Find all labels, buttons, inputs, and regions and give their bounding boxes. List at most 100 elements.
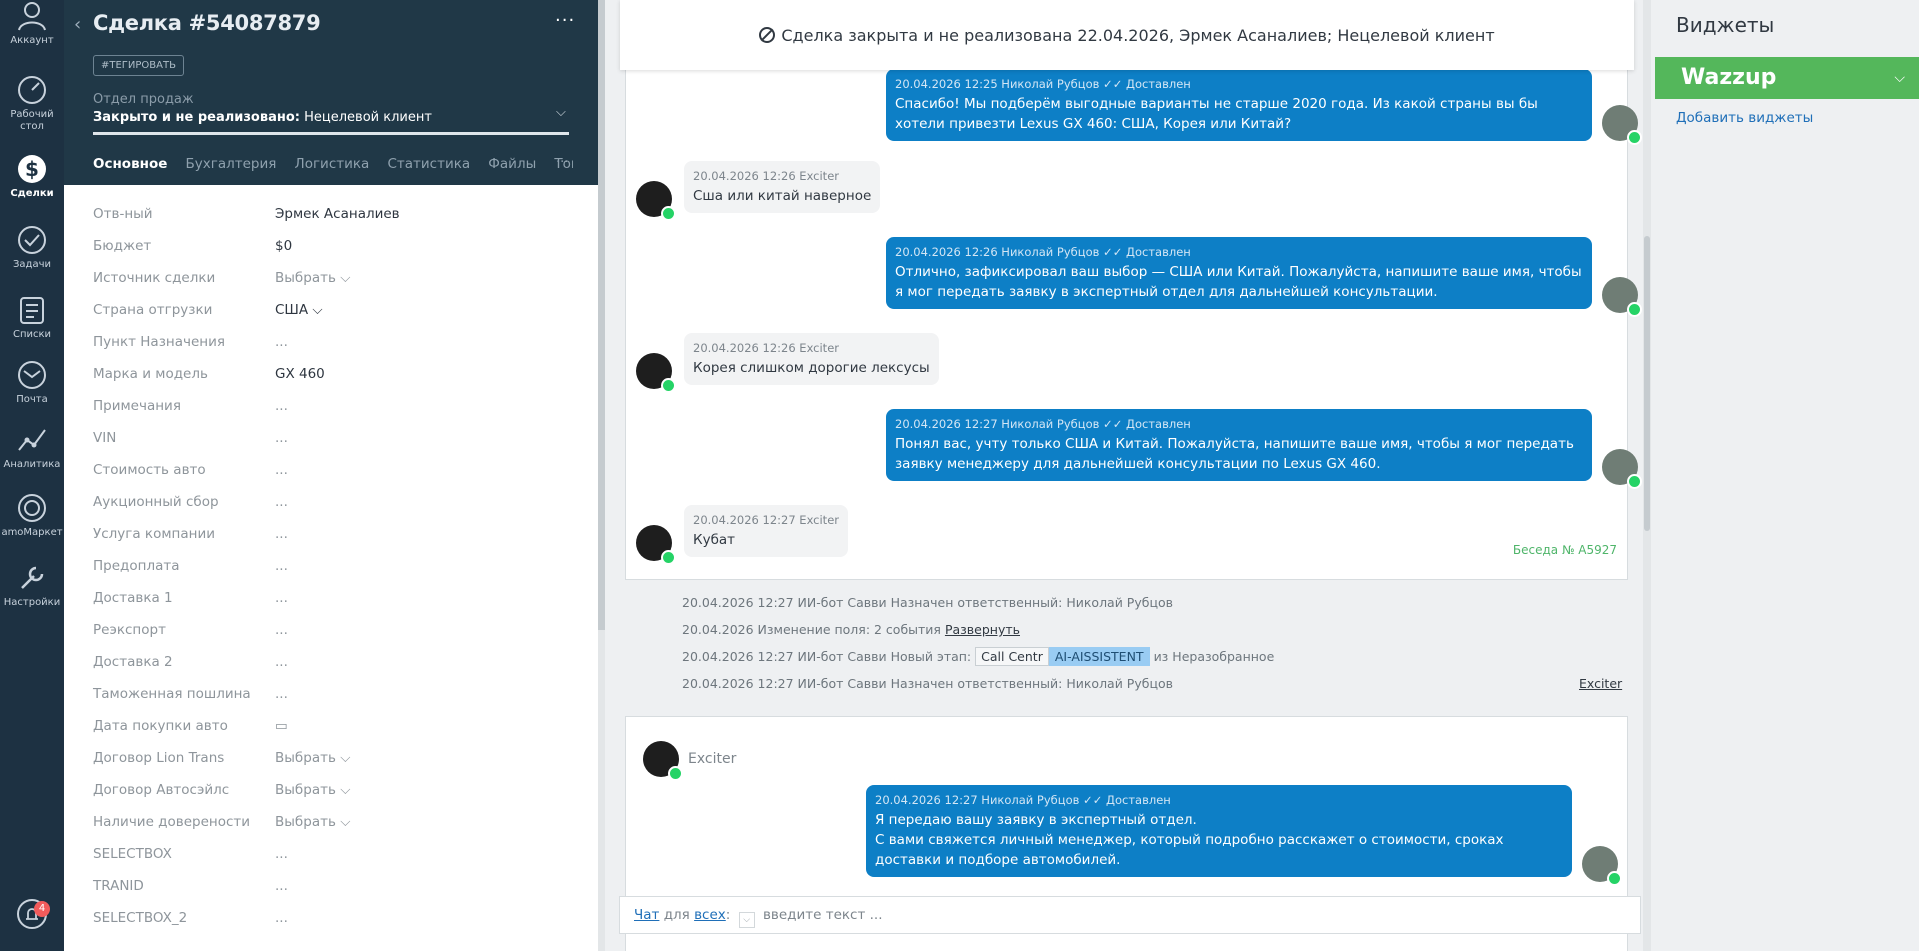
message-text: Понял вас, учту только США и Китай. Пожа… <box>895 436 1574 472</box>
scrollbar-thumb[interactable] <box>598 0 605 630</box>
tab-files[interactable]: Файлы <box>488 156 536 172</box>
scrollbar-thumb[interactable] <box>1644 236 1650 531</box>
contact-link[interactable]: Exciter <box>1579 676 1622 691</box>
widgets-title: Виджеты <box>1676 13 1775 37</box>
field-label: Доставка 1 <box>93 590 173 606</box>
chevron-down-icon[interactable]: ⌵ <box>738 912 755 928</box>
message-outgoing[interactable]: 20.04.2026 12:27 Николай Рубцов ✓✓ Доста… <box>886 409 1592 481</box>
nav-item-analytics[interactable]: Аналитика <box>0 424 64 471</box>
message-outgoing[interactable]: 20.04.2026 12:26 Николай Рубцов ✓✓ Доста… <box>886 237 1592 309</box>
field-value[interactable]: ... <box>275 558 288 574</box>
feed-scrollbar[interactable] <box>1643 0 1651 951</box>
field-value[interactable]: ... <box>275 526 288 542</box>
deal-fields: Отв-ный Эрмек Асаналиев Бюджет $0 Источник… <box>64 185 598 951</box>
field-value[interactable]: ... <box>275 430 288 446</box>
field-value[interactable]: ... <box>275 910 288 926</box>
field-value[interactable]: $0 <box>275 238 292 254</box>
nav-item-lists[interactable]: Списки <box>0 294 64 341</box>
nav-item-mail[interactable]: Почта <box>0 359 64 406</box>
field-value[interactable]: Выбрать ⌵ <box>275 750 350 766</box>
nav-item-deals[interactable]: $ Сделки <box>0 153 64 200</box>
notice-text: Сделка закрыта и не реализована 22.04.20… <box>781 26 1495 45</box>
field-row: Пункт Назначения... <box>93 334 573 366</box>
field-value[interactable]: ... <box>275 334 288 350</box>
message-incoming[interactable]: 20.04.2026 12:26 Exciter Сша или китай н… <box>684 161 881 213</box>
nav-item-market[interactable]: amoМаркет <box>0 492 64 539</box>
deal-status[interactable]: Закрыто и не реализовано: Нецелевой клие… <box>93 110 432 125</box>
message-outgoing[interactable]: 20.04.2026 12:25 Николай Рубцов ✓✓ Доста… <box>886 69 1592 141</box>
nav-item-account[interactable]: Аккаунт <box>0 0 64 47</box>
nav-item-tasks[interactable]: Задачи <box>0 224 64 271</box>
message-composer[interactable]: Чат для всех: ⌵ введите текст ... <box>619 896 1641 934</box>
conversation-block: 20.04.2026 12:25 Николай Рубцов ✓✓ Доста… <box>625 40 1642 580</box>
field-row: Бюджет $0 <box>93 238 573 270</box>
conversation-number[interactable]: Беседа № A5927 <box>1513 543 1617 557</box>
tabs-more-icon[interactable]: ··· <box>556 155 568 170</box>
field-row: Марка и модель GX 460 <box>93 366 573 398</box>
fields-scrollbar[interactable] <box>598 0 605 951</box>
wazzup-widget[interactable]: Wazzup ⌵ <box>1655 57 1919 99</box>
field-value[interactable]: ... <box>275 686 288 702</box>
nav-item-notifications[interactable]: 4 <box>0 898 64 933</box>
nav-item-dashboard[interactable]: Рабочий стол <box>0 74 64 133</box>
field-value[interactable]: Эрмек Асаналиев <box>275 206 400 222</box>
tab-statistics[interactable]: Статистика <box>387 156 470 172</box>
field-value[interactable]: Выбрать ⌵ <box>275 782 350 798</box>
nav-label: Настройки <box>3 597 61 608</box>
whatsapp-icon <box>668 766 683 781</box>
contact-name[interactable]: Exciter <box>688 751 736 767</box>
field-value[interactable]: США ⌵ <box>275 302 323 318</box>
contact-avatar <box>636 181 676 221</box>
bot-avatar <box>1602 277 1642 317</box>
tag-button[interactable]: #ТЕГИРОВАТЬ <box>93 55 184 76</box>
field-row: TRANID... <box>93 878 573 910</box>
field-value[interactable]: GX 460 <box>275 366 325 382</box>
tab-accounting[interactable]: Бухгалтерия <box>186 156 277 172</box>
field-label: Договор Lion Trans <box>93 750 225 766</box>
nav-item-settings[interactable]: Настройки <box>0 562 64 609</box>
tasks-icon <box>18 226 46 254</box>
back-chevron-icon[interactable]: ‹ <box>74 14 81 35</box>
recipients-link[interactable]: всех <box>694 907 726 923</box>
chat-link[interactable]: Чат <box>634 907 659 923</box>
more-menu-icon[interactable]: ··· <box>555 10 575 31</box>
message-text: Отлично, зафиксировал ваш выбор — США ил… <box>895 264 1582 300</box>
chevron-down-icon[interactable]: ⌵ <box>1894 57 1905 99</box>
add-widgets-link[interactable]: Добавить виджеты <box>1676 110 1813 126</box>
field-value[interactable]: Выбрать ⌵ <box>275 814 350 830</box>
field-value[interactable]: ... <box>275 622 288 638</box>
deal-tabs: Основное Бухгалтерия Логистика Статистик… <box>93 156 573 178</box>
field-value[interactable]: ... <box>275 654 288 670</box>
chevron-down-icon[interactable]: ⌵ <box>556 105 566 120</box>
event-text: 20.04.2026 12:27 ИИ-бот Савви Новый этап… <box>682 649 972 664</box>
expand-link[interactable]: Развернуть <box>945 622 1020 637</box>
stage-from: Call Centr <box>975 647 1049 666</box>
message-text: Корея слишком дорогие лексусы <box>693 360 930 376</box>
field-value[interactable]: Выбрать ⌵ <box>275 270 350 286</box>
field-value[interactable]: ... <box>275 462 288 478</box>
message-meta: 20.04.2026 12:26 Exciter <box>693 169 839 183</box>
deals-icon: $ <box>18 155 46 183</box>
field-row: Договор Автосэйлс Выбрать ⌵ <box>93 782 573 814</box>
composer-placeholder[interactable]: введите текст ... <box>763 907 883 923</box>
market-icon <box>18 494 46 522</box>
field-row: Доставка 2... <box>93 654 573 686</box>
message-outgoing[interactable]: 20.04.2026 12:27 Николай Рубцов ✓✓ Доста… <box>866 785 1572 877</box>
bot-avatar <box>1582 846 1622 886</box>
tab-logistics[interactable]: Логистика <box>295 156 370 172</box>
dashboard-icon <box>18 76 46 104</box>
message-meta: 20.04.2026 12:26 Exciter <box>693 341 839 355</box>
message-incoming[interactable]: 20.04.2026 12:27 Exciter Кубат <box>684 505 848 557</box>
field-value[interactable]: ... <box>275 878 288 894</box>
event-row: 20.04.2026 Изменение поля: 2 события Раз… <box>682 622 1020 637</box>
field-value[interactable]: ... <box>275 398 288 414</box>
message-incoming[interactable]: 20.04.2026 12:26 Exciter Корея слишком д… <box>684 333 939 385</box>
field-value[interactable]: ... <box>275 590 288 606</box>
field-value[interactable]: ... <box>275 494 288 510</box>
tab-main[interactable]: Основное <box>93 156 167 178</box>
calendar-icon[interactable]: ▭ <box>275 718 288 734</box>
field-value[interactable]: ... <box>275 846 288 862</box>
nav-label: Аналитика <box>3 459 61 470</box>
status-prefix: Закрыто и не реализовано: <box>93 110 300 125</box>
deal-title[interactable]: Сделка #54087879 <box>93 11 321 35</box>
